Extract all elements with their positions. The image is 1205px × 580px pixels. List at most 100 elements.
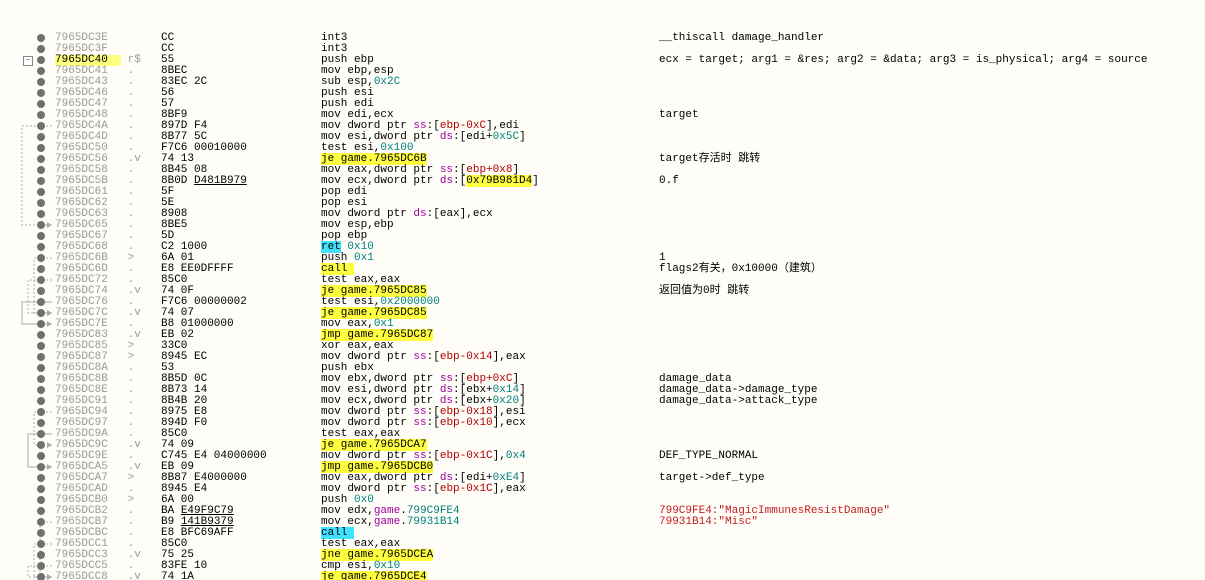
gutter[interactable] (0, 396, 55, 407)
breakpoint-dot[interactable] (37, 155, 45, 163)
breakpoint-dot[interactable] (37, 177, 45, 185)
mnemonic-cell[interactable]: mov ecx,game.79931B14 (321, 517, 659, 528)
breakpoint-dot[interactable] (37, 89, 45, 97)
breakpoint-dot[interactable] (37, 353, 45, 361)
gutter[interactable] (0, 407, 55, 418)
gutter[interactable] (0, 385, 55, 396)
gutter[interactable] (0, 572, 55, 580)
disasm-row[interactable]: 7965DC65 .8BE5mov esp,ebp (0, 220, 1205, 231)
breakpoint-dot[interactable] (37, 254, 45, 262)
gutter[interactable] (0, 539, 55, 550)
gutter[interactable] (0, 517, 55, 528)
breakpoint-dot[interactable] (37, 298, 45, 306)
gutter[interactable] (0, 198, 55, 209)
disasm-row[interactable]: 7965DC3E CCint3 (0, 33, 1205, 44)
mnemonic-cell[interactable]: je game.7965DCE4 (321, 572, 659, 580)
gutter[interactable] (0, 154, 55, 165)
breakpoint-dot[interactable] (37, 573, 45, 580)
gutter[interactable] (0, 33, 55, 44)
breakpoint-dot[interactable] (37, 441, 45, 449)
disasm-row[interactable]: 7965DC87 >8945 ECmov dword ptr ss:[ebp-0… (0, 352, 1205, 363)
breakpoint-dot[interactable] (37, 408, 45, 416)
bytes-cell[interactable]: 83EC 2C (161, 77, 321, 88)
gutter[interactable] (0, 330, 55, 341)
breakpoint-dot[interactable] (37, 78, 45, 86)
comment-cell[interactable]: target存活时 跳转 (659, 154, 760, 165)
bytes-cell[interactable]: CC (161, 33, 321, 44)
comment-cell[interactable]: DEF_TYPE_NORMAL (659, 451, 758, 462)
mnemonic-cell[interactable]: int3 (321, 33, 659, 44)
disasm-row[interactable]: 7965DC61 .5Fpop edi (0, 187, 1205, 198)
gutter[interactable] (0, 297, 55, 308)
breakpoint-dot[interactable] (37, 540, 45, 548)
breakpoint-dot[interactable] (37, 133, 45, 141)
breakpoint-dot[interactable] (37, 562, 45, 570)
gutter[interactable] (0, 44, 55, 55)
gutter[interactable] (0, 473, 55, 484)
breakpoint-dot[interactable] (37, 507, 45, 515)
gutter[interactable] (0, 121, 55, 132)
breakpoint-dot[interactable] (37, 474, 45, 482)
gutter[interactable] (0, 462, 55, 473)
breakpoint-dot[interactable] (37, 265, 45, 273)
disasm-row[interactable]: 7965DC46 .56push esi (0, 88, 1205, 99)
address-cell[interactable]: 7965DCC8 (55, 572, 121, 580)
breakpoint-dot[interactable] (37, 551, 45, 559)
bytes-cell[interactable]: 74 1A (161, 572, 321, 580)
gutter[interactable] (0, 308, 55, 319)
breakpoint-dot[interactable] (37, 45, 45, 53)
gutter[interactable] (0, 99, 55, 110)
gutter[interactable] (0, 231, 55, 242)
breakpoint-dot[interactable] (37, 463, 45, 471)
mnemonic-cell[interactable]: pop edi (321, 187, 659, 198)
breakpoint-dot[interactable] (37, 496, 45, 504)
gutter[interactable] (0, 429, 55, 440)
breakpoint-dot[interactable] (37, 122, 45, 130)
breakpoint-dot[interactable] (37, 397, 45, 405)
gutter[interactable] (0, 484, 55, 495)
gutter[interactable] (0, 495, 55, 506)
bytes-cell[interactable]: CC (161, 44, 321, 55)
bytes-cell[interactable]: 8B0D D481B979 (161, 176, 321, 187)
breakpoint-dot[interactable] (37, 419, 45, 427)
comment-cell[interactable]: target (659, 110, 699, 121)
breakpoint-dot[interactable] (37, 166, 45, 174)
breakpoint-dot[interactable] (37, 375, 45, 383)
comment-cell[interactable]: flags2有关，0x10000（建筑） (659, 264, 822, 275)
bytes-cell[interactable]: 5F (161, 187, 321, 198)
gutter[interactable] (0, 77, 55, 88)
gutter[interactable] (0, 440, 55, 451)
gutter[interactable] (0, 66, 55, 77)
breakpoint-dot[interactable] (37, 452, 45, 460)
comment-cell[interactable]: ecx = target; arg1 = &res; arg2 = &data;… (659, 55, 1147, 66)
comment-cell[interactable]: 79931B14:"Misc" (659, 517, 758, 528)
gutter[interactable] (0, 242, 55, 253)
mnemonic-cell[interactable]: mov ecx,dword ptr ds:[0x79B981D4] (321, 176, 659, 187)
gutter[interactable] (0, 363, 55, 374)
breakpoint-dot[interactable] (37, 232, 45, 240)
gutter[interactable] (0, 341, 55, 352)
gutter[interactable] (0, 176, 55, 187)
gutter[interactable] (0, 132, 55, 143)
comment-cell[interactable]: target->def_type (659, 473, 765, 484)
gutter[interactable]: − (0, 55, 55, 66)
disasm-row[interactable]: 7965DCC8 .v74 1Aje game.7965DCE4 (0, 572, 1205, 580)
breakpoint-dot[interactable] (37, 243, 45, 251)
breakpoint-dot[interactable] (37, 331, 45, 339)
breakpoint-dot[interactable] (37, 320, 45, 328)
comment-cell[interactable]: 返回值为0时 跳转 (659, 286, 749, 297)
gutter[interactable] (0, 209, 55, 220)
breakpoint-dot[interactable] (37, 56, 45, 64)
breakpoint-dot[interactable] (37, 386, 45, 394)
breakpoint-dot[interactable] (37, 485, 45, 493)
gutter[interactable] (0, 352, 55, 363)
breakpoint-dot[interactable] (37, 111, 45, 119)
bytes-cell[interactable]: 56 (161, 88, 321, 99)
breakpoint-dot[interactable] (37, 276, 45, 284)
breakpoint-dot[interactable] (37, 144, 45, 152)
breakpoint-dot[interactable] (37, 221, 45, 229)
breakpoint-dot[interactable] (37, 309, 45, 317)
comment-cell[interactable]: 0.f (659, 176, 679, 187)
gutter[interactable] (0, 275, 55, 286)
fold-icon[interactable]: − (23, 56, 33, 66)
